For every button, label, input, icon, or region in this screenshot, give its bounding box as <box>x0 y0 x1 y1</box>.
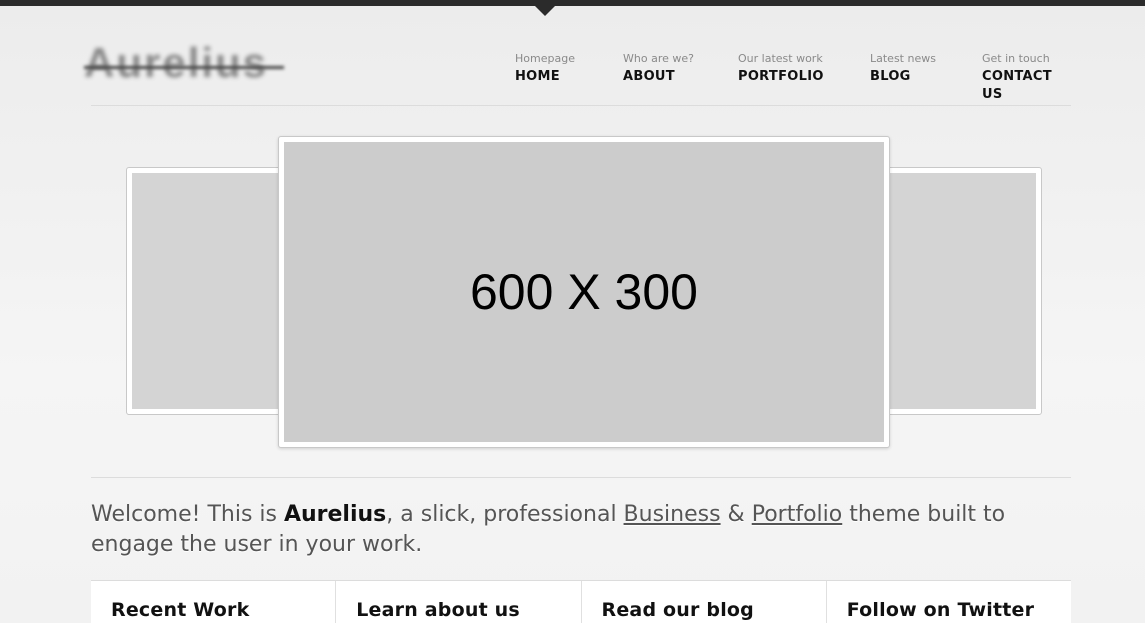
column-recent-work: Recent Work <box>91 581 337 623</box>
nav-item-sub: Our latest work <box>738 52 823 65</box>
main-nav: Homepage HOME Who are we? ABOUT Our late… <box>515 52 1075 102</box>
nav-item-blog[interactable]: Latest news BLOG <box>870 52 936 86</box>
column-title: Follow on Twitter <box>846 599 1035 621</box>
column-title: Recent Work <box>111 599 250 621</box>
slider-main-slide[interactable]: 600 X 300 <box>278 136 890 448</box>
top-bar-indicator <box>535 6 555 16</box>
nav-item-sub: Latest news <box>870 52 936 65</box>
nav-item-label[interactable]: CONTACT US <box>982 68 1075 104</box>
slide-image-placeholder: 600 X 300 <box>284 142 884 442</box>
site-logo[interactable]: Aurelius <box>84 42 284 84</box>
nav-item-sub: Get in touch <box>982 52 1050 65</box>
feature-columns: Recent Work Learn about us Read our blog… <box>91 580 1071 623</box>
welcome-text-part: & <box>720 502 752 527</box>
nav-item-sub: Homepage <box>515 52 575 65</box>
portfolio-link[interactable]: Portfolio <box>752 502 843 527</box>
top-bar <box>0 0 1145 6</box>
nav-item-portfolio[interactable]: Our latest work PORTFOLIO <box>738 52 824 86</box>
nav-item-contact[interactable]: Get in touch CONTACT US <box>982 52 1075 104</box>
slide-dimensions-label: 600 X 300 <box>470 264 698 320</box>
nav-item-about[interactable]: Who are we? ABOUT <box>623 52 694 86</box>
column-title: Learn about us <box>356 599 520 621</box>
column-about: Learn about us <box>336 581 582 623</box>
welcome-text-part: Welcome! This is <box>91 502 284 527</box>
slider-divider <box>91 477 1071 478</box>
welcome-brand: Aurelius <box>283 502 387 527</box>
logo-underline <box>84 66 284 69</box>
nav-item-label[interactable]: ABOUT <box>623 68 694 86</box>
welcome-text-part: , a slick, professional <box>386 502 624 527</box>
welcome-text: Welcome! This is Aurelius, a slick, prof… <box>91 500 1071 560</box>
column-title: Read our blog <box>601 599 754 621</box>
nav-item-label[interactable]: PORTFOLIO <box>738 68 824 86</box>
nav-item-sub: Who are we? <box>623 52 694 65</box>
nav-item-label[interactable]: BLOG <box>870 68 936 86</box>
header-divider <box>91 105 1071 106</box>
nav-item-label[interactable]: HOME <box>515 68 575 86</box>
nav-item-home[interactable]: Homepage HOME <box>515 52 575 86</box>
business-link[interactable]: Business <box>624 502 721 527</box>
column-twitter: Follow on Twitter <box>827 581 1071 623</box>
column-blog: Read our blog <box>582 581 827 623</box>
